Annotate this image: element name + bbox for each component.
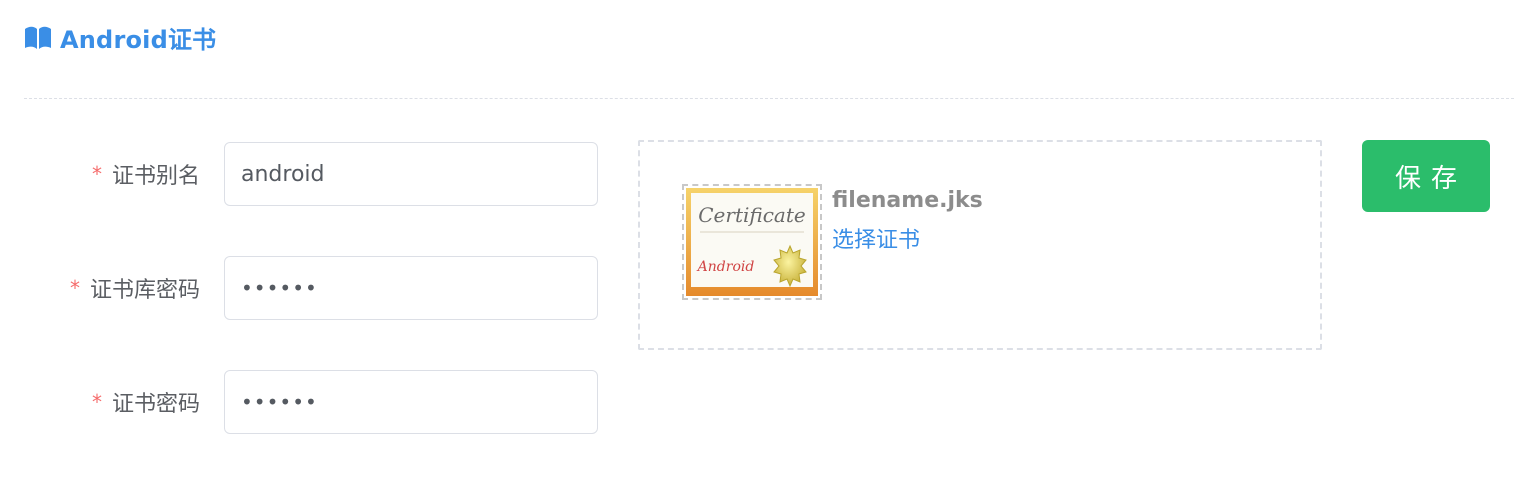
- save-button[interactable]: 保存: [1362, 140, 1490, 212]
- divider: [24, 98, 1514, 99]
- alias-label: * 证书别名: [92, 142, 200, 206]
- form-row-cert-password: * 证书密码: [0, 370, 600, 434]
- cert-password-label: * 证书密码: [92, 370, 200, 434]
- required-mark: *: [91, 390, 102, 414]
- section-title: Android证书: [60, 26, 217, 54]
- required-mark: *: [91, 162, 102, 186]
- file-name: filename.jks: [832, 188, 983, 213]
- certificate-upload-area[interactable]: Certificate Android filename.jks 选择证书: [638, 140, 1322, 350]
- keystore-password-label: * 证书库密码: [70, 256, 200, 320]
- required-mark: *: [69, 276, 80, 300]
- alias-input[interactable]: [224, 142, 598, 206]
- section-header: Android证书: [24, 20, 216, 55]
- form-row-alias: * 证书别名: [0, 142, 600, 206]
- keystore-password-label-text: 证书库密码: [89, 278, 200, 303]
- choose-certificate-link[interactable]: 选择证书: [832, 222, 920, 254]
- cert-password-input[interactable]: [224, 370, 598, 434]
- cert-password-label-text: 证书密码: [111, 392, 200, 417]
- android-certificate-page: Android证书 * 证书别名 * 证书库密码 * 证书密码: [0, 0, 1514, 498]
- book-icon: [24, 26, 52, 50]
- certificate-icon: Certificate Android: [682, 184, 822, 300]
- certificate-thumbnail-signature: Android: [696, 259, 755, 275]
- form-row-keystore-password: * 证书库密码: [0, 256, 600, 320]
- keystore-password-input[interactable]: [224, 256, 598, 320]
- certificate-thumbnail-title: Certificate: [698, 203, 805, 227]
- alias-label-text: 证书别名: [111, 164, 200, 189]
